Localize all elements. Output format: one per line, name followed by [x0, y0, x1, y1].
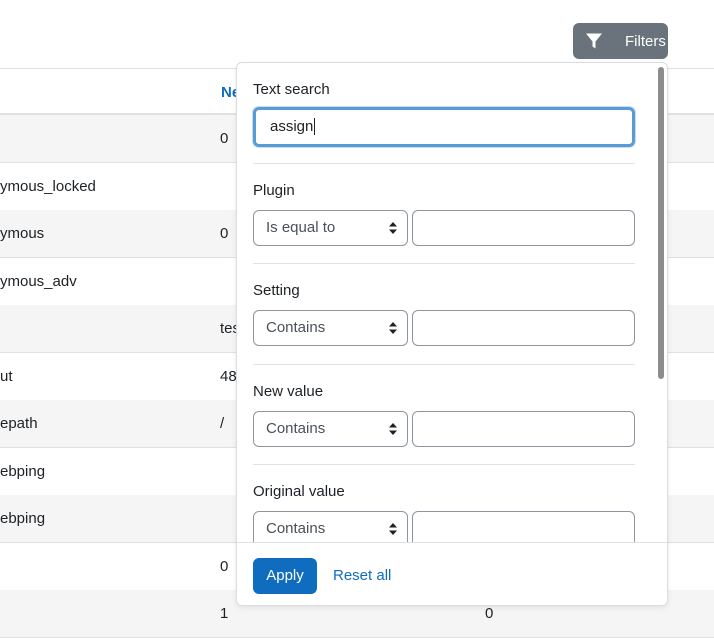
setting-operator-select[interactable]: Contains — [253, 310, 408, 346]
panel-scrollbar[interactable] — [658, 67, 664, 379]
plugin-value-input[interactable] — [412, 210, 635, 246]
chevron-updown-icon — [389, 322, 397, 334]
chevron-updown-icon — [389, 423, 397, 435]
filters-panel-body: Text search assign Plugin Is equal to Se… — [237, 63, 657, 542]
reset-all-link[interactable]: Reset all — [333, 567, 391, 584]
setting-label: Setting — [253, 282, 300, 299]
plugin-label: Plugin — [253, 182, 295, 199]
filter-setting: Setting Contains — [253, 282, 635, 346]
filters-button-label: Filters — [625, 32, 666, 50]
filter-original-value: Original value Contains — [253, 483, 635, 542]
setting-value-input[interactable] — [412, 310, 635, 346]
filters-panel: Text search assign Plugin Is equal to Se… — [236, 62, 668, 606]
filter-text-search: Text search assign — [253, 81, 635, 151]
divider — [253, 163, 635, 164]
new-value-value-input[interactable] — [412, 411, 635, 447]
text-search-input[interactable]: assign — [253, 107, 635, 147]
filter-icon — [586, 33, 602, 49]
filters-button[interactable]: Filters — [573, 23, 668, 59]
filter-plugin: Plugin Is equal to — [253, 182, 635, 246]
divider — [253, 263, 635, 264]
new-value-operator-select[interactable]: Contains — [253, 411, 408, 447]
divider — [253, 364, 635, 365]
new-value-label: New value — [253, 383, 324, 400]
plugin-operator-select[interactable]: Is equal to — [253, 210, 408, 246]
chevron-updown-icon — [389, 222, 397, 234]
apply-button[interactable]: Apply — [253, 558, 317, 594]
original-value-label: Original value — [253, 483, 345, 500]
original-value-operator-select[interactable]: Contains — [253, 511, 408, 542]
original-value-value-input[interactable] — [412, 511, 635, 542]
filters-panel-footer: Apply Reset all — [237, 542, 667, 605]
filter-new-value: New value Contains — [253, 383, 635, 447]
chevron-updown-icon — [389, 523, 397, 535]
text-search-label: Text search — [253, 81, 330, 98]
divider — [253, 464, 635, 465]
